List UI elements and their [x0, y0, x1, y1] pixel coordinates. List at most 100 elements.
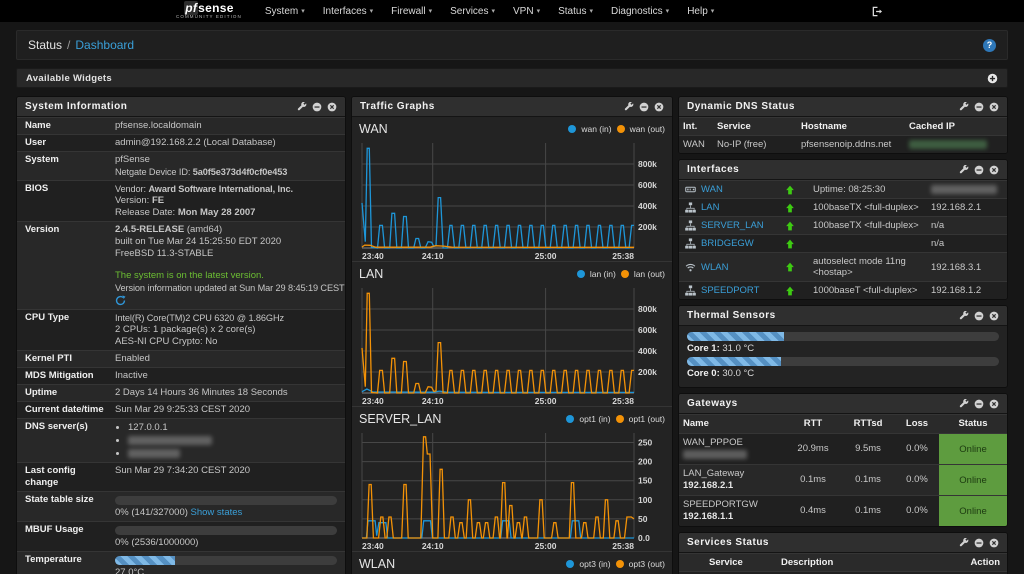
help-icon[interactable]: ?: [983, 39, 996, 52]
status-up-icon: [785, 221, 795, 231]
nav-vpn[interactable]: VPN▾: [504, 0, 549, 22]
panel-header: Services Status: [679, 533, 1007, 553]
caret-down-icon: ▾: [666, 7, 670, 15]
nav-interfaces[interactable]: Interfaces▾: [314, 0, 382, 22]
redacted-cached-ip: [909, 140, 987, 149]
status-up-icon: [785, 203, 795, 213]
table-header-row: Int. Service Hostname Cached IP: [679, 117, 1007, 135]
collapse-icon[interactable]: [974, 102, 984, 112]
server-lan-traffic-chart: 0.05010015020025023:4024:1025:0025:38: [359, 427, 665, 551]
services-status-panel: Services Status Service Description Acti…: [678, 532, 1008, 574]
nav-services[interactable]: Services▾: [441, 0, 504, 22]
wrench-icon[interactable]: [297, 102, 307, 112]
panel-title: Dynamic DNS Status: [687, 101, 795, 112]
table-row: MBUF Usage 0% (2536/1000000): [17, 521, 345, 551]
caret-down-icon: ▾: [301, 7, 305, 15]
wrench-icon[interactable]: [959, 538, 969, 548]
svg-text:600k: 600k: [638, 180, 657, 190]
table-row: LAN_Gateway192.168.2.1 0.1ms 0.1ms 0.0% …: [679, 464, 1007, 495]
close-icon[interactable]: [989, 399, 999, 409]
table-row: MDS MitigationInactive: [17, 367, 345, 384]
close-icon[interactable]: [989, 311, 999, 321]
interface-link[interactable]: BRIDGEGW: [697, 235, 785, 252]
brand-subtitle: COMMUNITY EDITION: [176, 15, 242, 20]
breadcrumb-page-link[interactable]: Dashboard: [75, 38, 134, 52]
breadcrumb: Status / Dashboard ?: [16, 30, 1008, 60]
table-row: Kernel PTIEnabled: [17, 350, 345, 367]
nav-diagnostics[interactable]: Diagnostics▾: [602, 0, 678, 22]
close-icon[interactable]: [327, 102, 337, 112]
collapse-icon[interactable]: [974, 538, 984, 548]
sitemap-icon: [685, 202, 696, 213]
interface-link[interactable]: SPEEDPORT: [697, 282, 785, 299]
thermal-sensor: Core 1: 31.0 °C: [687, 332, 999, 355]
interface-link[interactable]: WAN: [697, 181, 785, 198]
wrench-icon[interactable]: [959, 165, 969, 175]
pfsense-logo[interactable]: pfsense COMMUNITY EDITION: [176, 2, 242, 20]
svg-text:800k: 800k: [638, 159, 657, 169]
svg-text:24:10: 24:10: [422, 396, 444, 406]
collapse-icon[interactable]: [974, 311, 984, 321]
caret-down-icon: ▾: [492, 7, 496, 15]
close-icon[interactable]: [989, 538, 999, 548]
status-up-icon: [785, 185, 795, 195]
panel-title: Gateways: [687, 398, 738, 409]
legend-dot-in: [568, 125, 576, 133]
svg-text:25:00: 25:00: [535, 251, 557, 261]
caret-down-icon: ▾: [537, 7, 541, 15]
panel-header: Thermal Sensors: [679, 306, 1007, 326]
dashboard-columns: System Information Namepfsense.localdoma…: [16, 96, 1008, 574]
interface-link[interactable]: LAN: [697, 199, 785, 216]
wrench-icon[interactable]: [959, 399, 969, 409]
version-status-text: The system is on the latest version.: [115, 270, 337, 282]
add-widget-icon[interactable]: [987, 73, 998, 84]
close-icon[interactable]: [989, 165, 999, 175]
collapse-icon[interactable]: [312, 102, 322, 112]
wrench-icon[interactable]: [959, 102, 969, 112]
table-row: CPU Type Intel(R) Core(TM)2 CPU 6320 @ 1…: [17, 309, 345, 350]
caret-down-icon: ▾: [711, 7, 715, 15]
table-header-row: Name RTT RTTsd Loss Status: [679, 414, 1007, 433]
core1-temp-bar: [687, 332, 999, 341]
table-row: DNS server(s) 127.0.0.1: [17, 418, 345, 462]
collapse-icon[interactable]: [974, 399, 984, 409]
sitemap-icon: [685, 220, 696, 231]
traffic-chart-wan: WAN wan (in) wan (out) 200k400k600k800k2…: [352, 117, 672, 261]
legend-dot-in: [566, 415, 574, 423]
traffic-chart-lan: LAN lan (in) lan (out) 200k400k600k800k2…: [352, 261, 672, 406]
legend-dot-out: [621, 270, 629, 278]
wrench-icon[interactable]: [959, 311, 969, 321]
interface-link[interactable]: WLAN: [697, 259, 785, 276]
svg-text:150: 150: [638, 476, 652, 486]
traffic-chart-server-lan: SERVER_LAN opt1 (in) opt1 (out) 0.050100…: [352, 406, 672, 551]
nav-status[interactable]: Status▾: [549, 0, 602, 22]
sign-out-icon[interactable]: [871, 6, 883, 17]
gateways-panel: Gateways Name RTT RTTsd Loss Status WAN_…: [678, 393, 1008, 527]
redacted-gateway-ip: [683, 450, 747, 459]
svg-text:200k: 200k: [638, 222, 657, 232]
show-states-link[interactable]: Show states: [191, 507, 243, 518]
table-row: WAN_PPPOE 20.9ms 9.5ms 0.0% Online: [679, 433, 1007, 464]
nav-system[interactable]: System▾: [256, 0, 314, 22]
svg-text:400k: 400k: [638, 346, 657, 356]
table-row: Temperature 27.0°C: [17, 551, 345, 574]
table-row: Uptime2 Days 14 Hours 36 Minutes 18 Seco…: [17, 384, 345, 401]
nav-firewall[interactable]: Firewall▾: [382, 0, 441, 22]
interface-link[interactable]: SERVER_LAN: [697, 217, 785, 234]
close-icon[interactable]: [989, 102, 999, 112]
wan-traffic-chart: 200k400k600k800k23:4024:1025:0025:38: [359, 137, 665, 261]
svg-text:0.0: 0.0: [638, 533, 650, 543]
collapse-icon[interactable]: [974, 165, 984, 175]
panel-title: Traffic Graphs: [360, 101, 435, 112]
gateway-status-badge: Online: [939, 496, 1007, 526]
wrench-icon[interactable]: [624, 102, 634, 112]
svg-text:25:38: 25:38: [612, 541, 634, 551]
svg-text:200: 200: [638, 457, 652, 467]
refresh-icon[interactable]: [115, 295, 126, 306]
available-widgets-bar[interactable]: Available Widgets: [16, 68, 1008, 88]
close-icon[interactable]: [654, 102, 664, 112]
nav-help[interactable]: Help▾: [678, 0, 723, 22]
collapse-icon[interactable]: [639, 102, 649, 112]
svg-text:25:38: 25:38: [612, 251, 634, 261]
svg-text:24:10: 24:10: [422, 541, 444, 551]
